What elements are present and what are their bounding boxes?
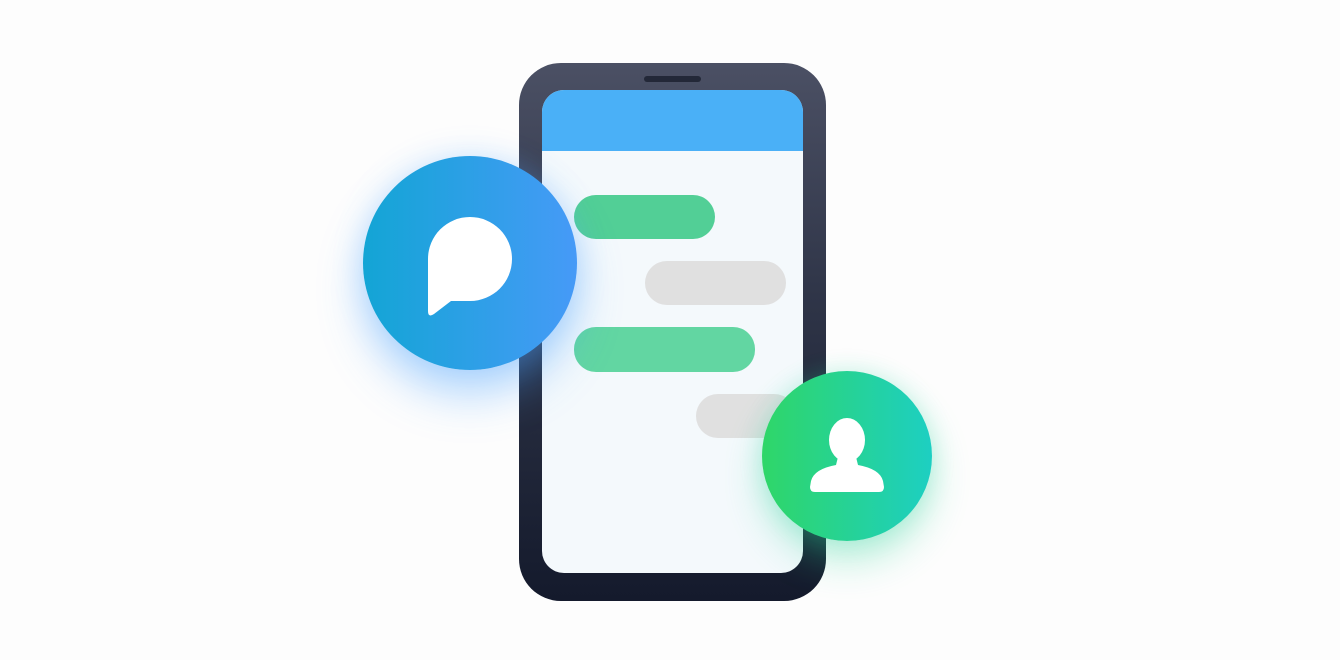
person-icon (810, 418, 884, 492)
chat-header-bar (542, 90, 803, 151)
contact-badge (762, 371, 932, 541)
chat-bubble-icon (428, 217, 512, 316)
message-bubble-outgoing (645, 261, 786, 305)
phone-speaker (644, 76, 701, 82)
chat-badge (363, 156, 577, 370)
message-bubble-incoming (574, 327, 755, 372)
message-bubble-incoming (574, 195, 715, 239)
